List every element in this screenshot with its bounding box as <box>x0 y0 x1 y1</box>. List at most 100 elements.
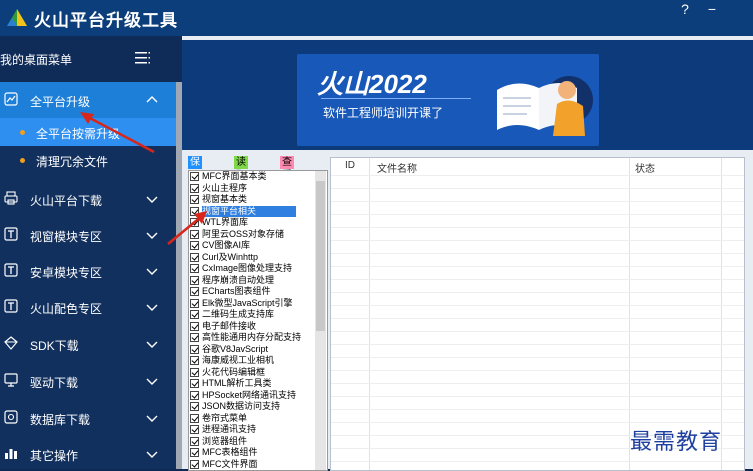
minimize-button[interactable]: − <box>700 0 724 20</box>
module-checklist-item[interactable]: HTML解析工具类 <box>190 378 314 389</box>
sidebar-item-label: 安卓模块专区 <box>30 266 103 280</box>
module-checklist-item[interactable]: 进程通讯支持 <box>190 424 314 435</box>
sidebar-item-android-modules[interactable]: 安卓模块专区 <box>0 253 176 289</box>
menu-toggle-icon[interactable] <box>133 50 151 66</box>
checklist-scrollbar[interactable] <box>315 171 326 470</box>
module-checklist-item[interactable]: MFC界面基本类 <box>190 171 314 182</box>
module-checklist-item[interactable]: Elk微型JavaScript引擎 <box>190 298 314 309</box>
module-checklist-item[interactable]: 海康威视工业相机 <box>190 355 314 366</box>
checkbox[interactable] <box>190 379 199 388</box>
banner-carousel[interactable]: 火山2022 软件工程师培训开课了 <box>182 40 753 150</box>
sidebar-header: 我的桌面菜单 <box>0 36 182 82</box>
module-checklist-item[interactable]: MFC表格组件 <box>190 447 314 458</box>
checkbox[interactable] <box>190 264 199 273</box>
sidebar-item-color-schemes[interactable]: 火山配色专区 <box>0 289 176 325</box>
module-label: 电子邮件接收 <box>202 320 257 331</box>
checkbox[interactable] <box>190 356 199 365</box>
module-checklist-item[interactable]: JSON数据访问支持 <box>190 401 314 412</box>
module-label: 海康威视工业相机 <box>202 355 275 365</box>
chevron-down-icon <box>146 341 158 348</box>
carousel-indicator <box>438 144 486 150</box>
table-row-divider <box>331 422 744 423</box>
module-label: 阿里云OSS对象存储 <box>202 228 285 239</box>
checkbox[interactable] <box>190 367 199 377</box>
checkbox[interactable] <box>190 390 199 400</box>
module-label: MFC界面基本类 <box>202 171 267 181</box>
module-checklist-item[interactable]: 高性能通用内存分配支持 <box>190 332 314 343</box>
save-config-button[interactable]: 保存配置 <box>188 156 202 207</box>
table-row-divider <box>331 253 744 254</box>
checkbox[interactable] <box>190 183 199 193</box>
chevron-down-icon <box>146 196 158 203</box>
bars-icon <box>5 449 17 459</box>
module-label: 火花代码编辑框 <box>202 366 266 377</box>
checkbox[interactable] <box>190 344 199 354</box>
check-update-button[interactable]: 查看更新 <box>280 156 294 207</box>
module-label: 二维码生成支持库 <box>202 309 275 319</box>
module-checklist-item[interactable]: 火山主程序 <box>190 183 314 194</box>
module-checklist-item[interactable]: 程序崩溃自动处理 <box>190 275 314 286</box>
table-row-divider <box>331 357 744 358</box>
checkbox[interactable] <box>190 287 199 296</box>
module-checklist-item[interactable]: HPSocket网络通讯支持 <box>190 390 314 401</box>
module-checklist-item[interactable]: 卷帘式菜单 <box>190 413 314 424</box>
sidebar-item-platform-download[interactable]: 火山平台下载 <box>0 181 176 217</box>
column-header-filename[interactable]: 文件名称 <box>377 160 417 175</box>
table-row-divider <box>331 240 744 241</box>
main-panel: 火山2022 软件工程师培训开课了 保存配置 读取配置 查看更新 MFC界面基本… <box>182 36 753 471</box>
module-label: JSON数据访问支持 <box>202 401 281 411</box>
annotation-arrow-icon <box>80 112 155 154</box>
module-checklist-item[interactable]: 二维码生成支持库 <box>190 309 314 320</box>
checkbox[interactable] <box>190 459 199 469</box>
sidebar-item-sdk-download[interactable]: SDK下载 <box>0 326 176 362</box>
checkbox[interactable] <box>190 436 199 446</box>
checkbox[interactable] <box>190 195 199 204</box>
module-label: Elk微型JavaScript引擎 <box>202 297 293 308</box>
checkbox[interactable] <box>190 310 199 319</box>
module-checklist-item[interactable]: 视窗基本类 <box>190 194 314 205</box>
annotation-arrow-icon <box>167 211 207 245</box>
module-checklist-item[interactable]: 电子邮件接收 <box>190 321 314 332</box>
module-checklist-item[interactable]: Curl及Winhttp <box>190 252 314 263</box>
checkbox[interactable] <box>190 252 199 262</box>
checkbox[interactable] <box>190 298 199 308</box>
sidebar-item-windows-modules[interactable]: 视窗模块专区 <box>0 217 176 253</box>
sidebar-item-label: 视窗模块专区 <box>30 230 103 244</box>
sidebar-item-database-download[interactable]: 数据库下载 <box>0 400 176 436</box>
column-header-status[interactable]: 状态 <box>635 160 655 175</box>
module-checklist-item[interactable]: 浏览器组件 <box>190 436 314 447</box>
column-header-id[interactable]: ID <box>345 160 355 171</box>
t-box-icon <box>4 227 18 241</box>
checkbox[interactable] <box>190 425 199 434</box>
checkbox[interactable] <box>190 402 199 411</box>
module-checklist-item[interactable]: CxImage图像处理支持 <box>190 263 314 274</box>
table-row-divider <box>331 227 744 228</box>
table-row-divider <box>331 188 744 189</box>
checkbox[interactable] <box>190 448 199 457</box>
checkbox[interactable] <box>190 321 199 331</box>
module-checklist-item[interactable]: MFC文件界面 <box>190 459 314 470</box>
sidebar-item-label: 火山配色专区 <box>30 302 103 316</box>
chevron-up-icon <box>146 96 158 103</box>
module-checklist-item[interactable]: 火花代码编辑框 <box>190 367 314 378</box>
banner-title: 火山2022 <box>317 69 427 99</box>
checkbox[interactable] <box>190 333 199 342</box>
sidebar-item-driver-download[interactable]: 驱动下载 <box>0 363 176 399</box>
help-button[interactable]: ? <box>673 0 697 20</box>
sidebar: 我的桌面菜单 全平台升级 全平台按需升级 清理冗余文件 火山平台下载 视窗模块专… <box>0 36 182 469</box>
watermark: 最需教育 <box>630 430 723 455</box>
checkbox[interactable] <box>190 172 199 181</box>
sidebar-item-other-operations[interactable]: 其它操作 <box>0 436 176 469</box>
table-row-divider <box>331 396 744 397</box>
module-checklist-item[interactable]: ECharts图表组件 <box>190 286 314 297</box>
checkbox[interactable] <box>190 413 199 423</box>
read-config-button[interactable]: 读取配置 <box>234 156 248 207</box>
scrollbar-thumb[interactable] <box>316 181 325 331</box>
book-illustration-icon <box>497 76 593 136</box>
module-label: CxImage图像处理支持 <box>202 263 293 273</box>
banner-slide[interactable]: 火山2022 软件工程师培训开课了 <box>297 54 599 146</box>
module-checklist-item[interactable]: 谷歌V8JavScript <box>190 344 314 355</box>
column-divider <box>369 158 370 470</box>
checkbox[interactable] <box>190 275 199 285</box>
t-box-icon <box>4 299 18 313</box>
